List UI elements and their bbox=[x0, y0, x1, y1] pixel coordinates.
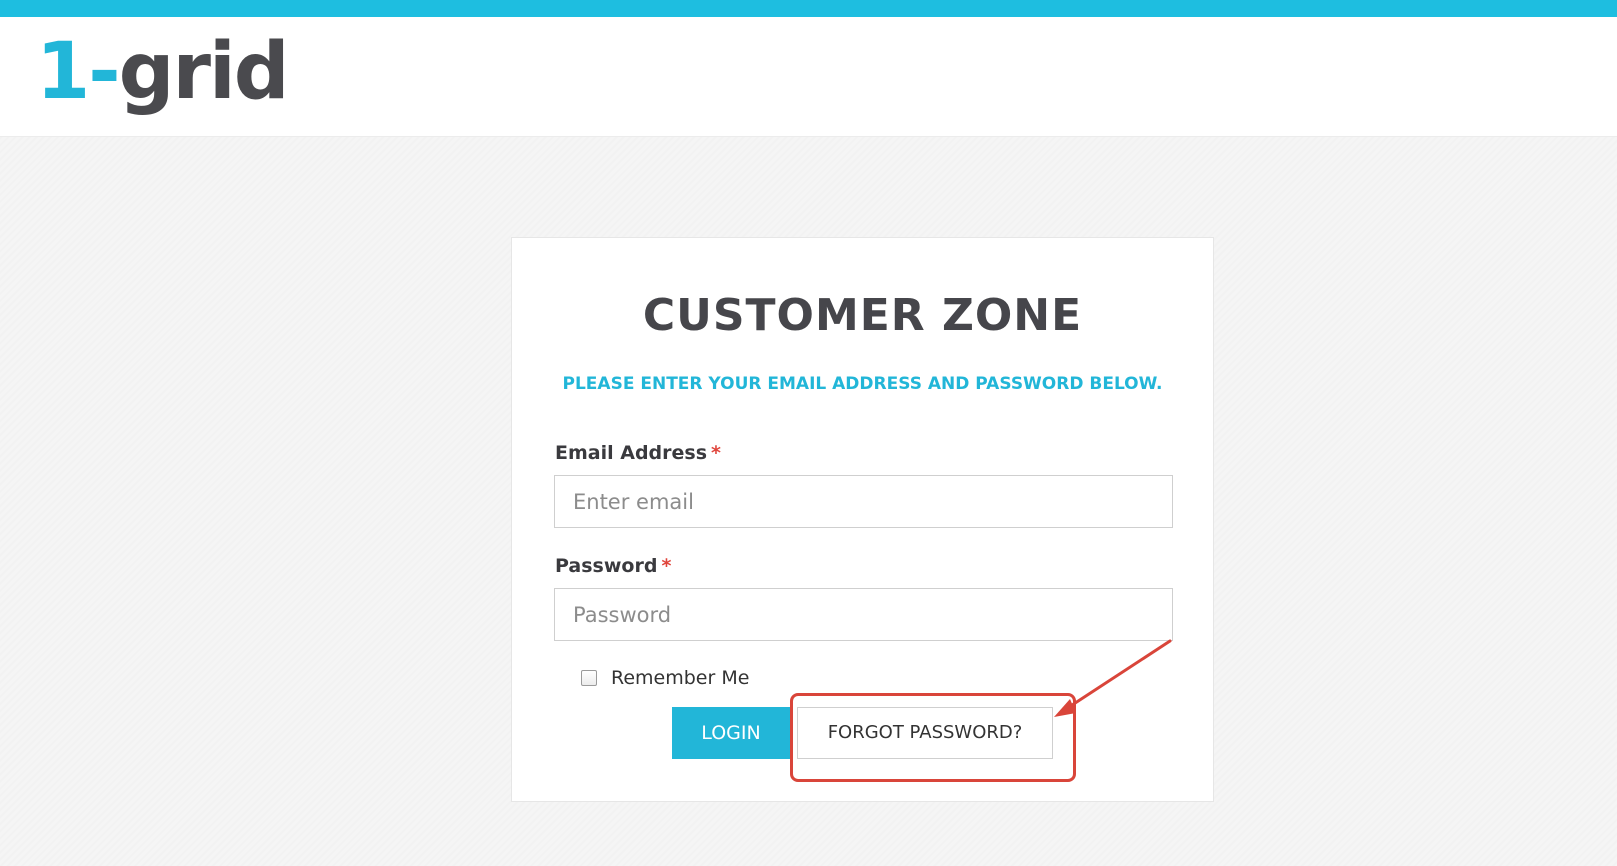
required-marker: * bbox=[661, 555, 672, 577]
site-logo[interactable]: 1- grid bbox=[36, 27, 290, 125]
remember-me[interactable]: Remember Me bbox=[581, 667, 749, 689]
top-accent-bar bbox=[0, 0, 1617, 17]
password-field[interactable] bbox=[554, 588, 1173, 641]
remember-me-checkbox[interactable] bbox=[581, 670, 597, 686]
password-label-text: Password bbox=[555, 555, 658, 577]
login-card: CUSTOMER ZONE PLEASE ENTER YOUR EMAIL AD… bbox=[511, 237, 1214, 802]
logo-wordmark: grid bbox=[118, 27, 290, 117]
page-title: CUSTOMER ZONE bbox=[642, 290, 1083, 341]
email-label-text: Email Address bbox=[555, 442, 708, 464]
forgot-password-button[interactable]: FORGOT PASSWORD? bbox=[797, 707, 1053, 759]
site-header: 1- grid bbox=[0, 17, 1617, 137]
required-marker: * bbox=[711, 442, 721, 464]
password-label: Password * bbox=[555, 555, 671, 577]
email-label: Email Address * bbox=[555, 442, 721, 464]
email-field[interactable] bbox=[554, 475, 1173, 528]
remember-me-label[interactable]: Remember Me bbox=[611, 667, 749, 689]
page-subtitle: PLEASE ENTER YOUR EMAIL ADDRESS AND PASS… bbox=[562, 374, 1163, 394]
logo-prefix: 1- bbox=[36, 27, 121, 117]
login-button[interactable]: LOGIN bbox=[672, 707, 790, 759]
